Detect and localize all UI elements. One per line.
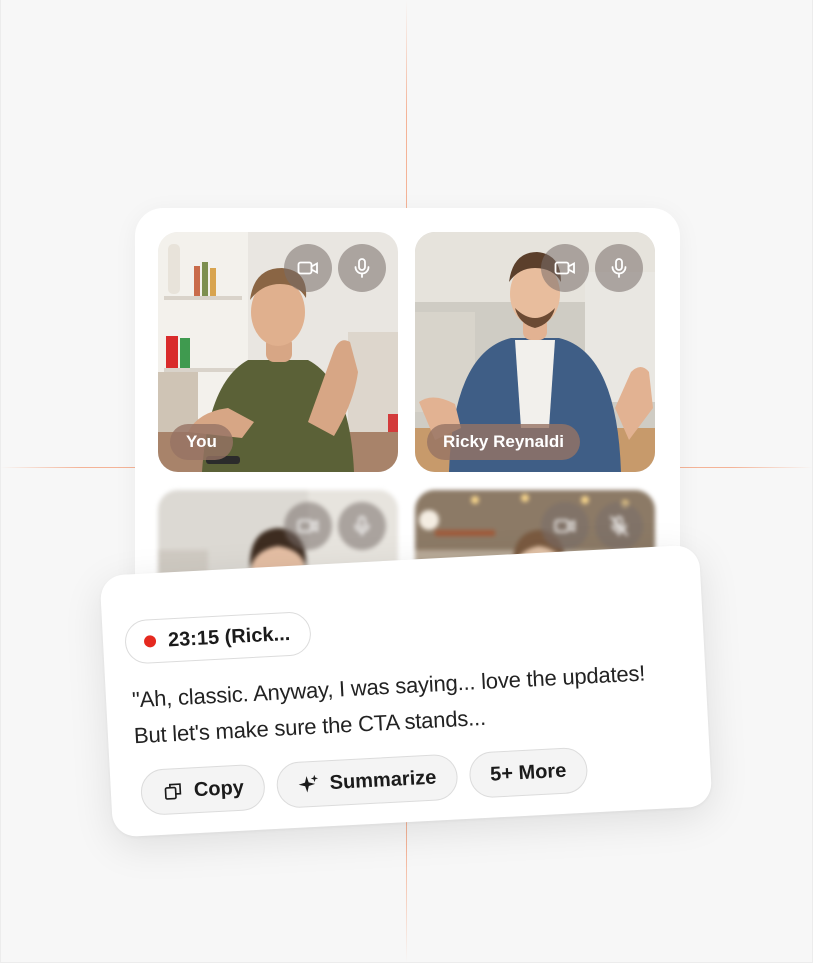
participant-name-label: You xyxy=(170,424,233,460)
camera-toggle-3[interactable] xyxy=(284,502,332,550)
participant-name-label: Ricky Reynaldi xyxy=(427,424,580,460)
transcript-timestamp-chip[interactable]: 23:15 (Rick... xyxy=(123,610,313,665)
transcript-quote: "Ah, classic. Anyway, I was saying... lo… xyxy=(131,660,646,749)
video-camera-icon xyxy=(554,519,575,533)
video-camera-icon xyxy=(297,261,318,275)
mic-toggle-ricky[interactable] xyxy=(595,244,643,292)
camera-toggle-you[interactable] xyxy=(284,244,332,292)
camera-toggle-4[interactable] xyxy=(541,502,589,550)
video-camera-icon xyxy=(554,261,575,275)
participant-tile-you[interactable]: You xyxy=(158,232,398,472)
copy-icon xyxy=(164,783,182,800)
transcript-actions: Copy Summarize 5+ More xyxy=(139,746,589,816)
mic-toggle-4[interactable] xyxy=(595,502,643,550)
camera-toggle-ricky[interactable] xyxy=(541,244,589,292)
mic-toggle-you[interactable] xyxy=(338,244,386,292)
sparkle-icon xyxy=(298,774,319,793)
microphone-icon xyxy=(354,516,370,536)
transcript-card: 23:15 (Rick... "Ah, classic. Anyway, I w… xyxy=(99,544,713,838)
recording-indicator xyxy=(143,635,157,648)
video-camera-icon xyxy=(297,519,318,533)
microphone-muted-icon xyxy=(610,516,628,536)
microphone-icon xyxy=(611,258,627,278)
more-actions-button[interactable]: 5+ More xyxy=(468,746,589,799)
microphone-icon xyxy=(354,258,370,278)
more-actions-label: 5+ More xyxy=(489,759,567,786)
copy-button-label: Copy xyxy=(193,776,245,801)
frame-border-left xyxy=(0,0,1,963)
copy-button[interactable]: Copy xyxy=(139,763,267,816)
summarize-button[interactable]: Summarize xyxy=(275,753,459,809)
participant-tile-ricky[interactable]: Ricky Reynaldi xyxy=(415,232,655,472)
summarize-button-label: Summarize xyxy=(329,766,437,794)
mic-toggle-3[interactable] xyxy=(338,502,386,550)
transcript-timestamp-label: 23:15 (Rick... xyxy=(167,622,291,651)
